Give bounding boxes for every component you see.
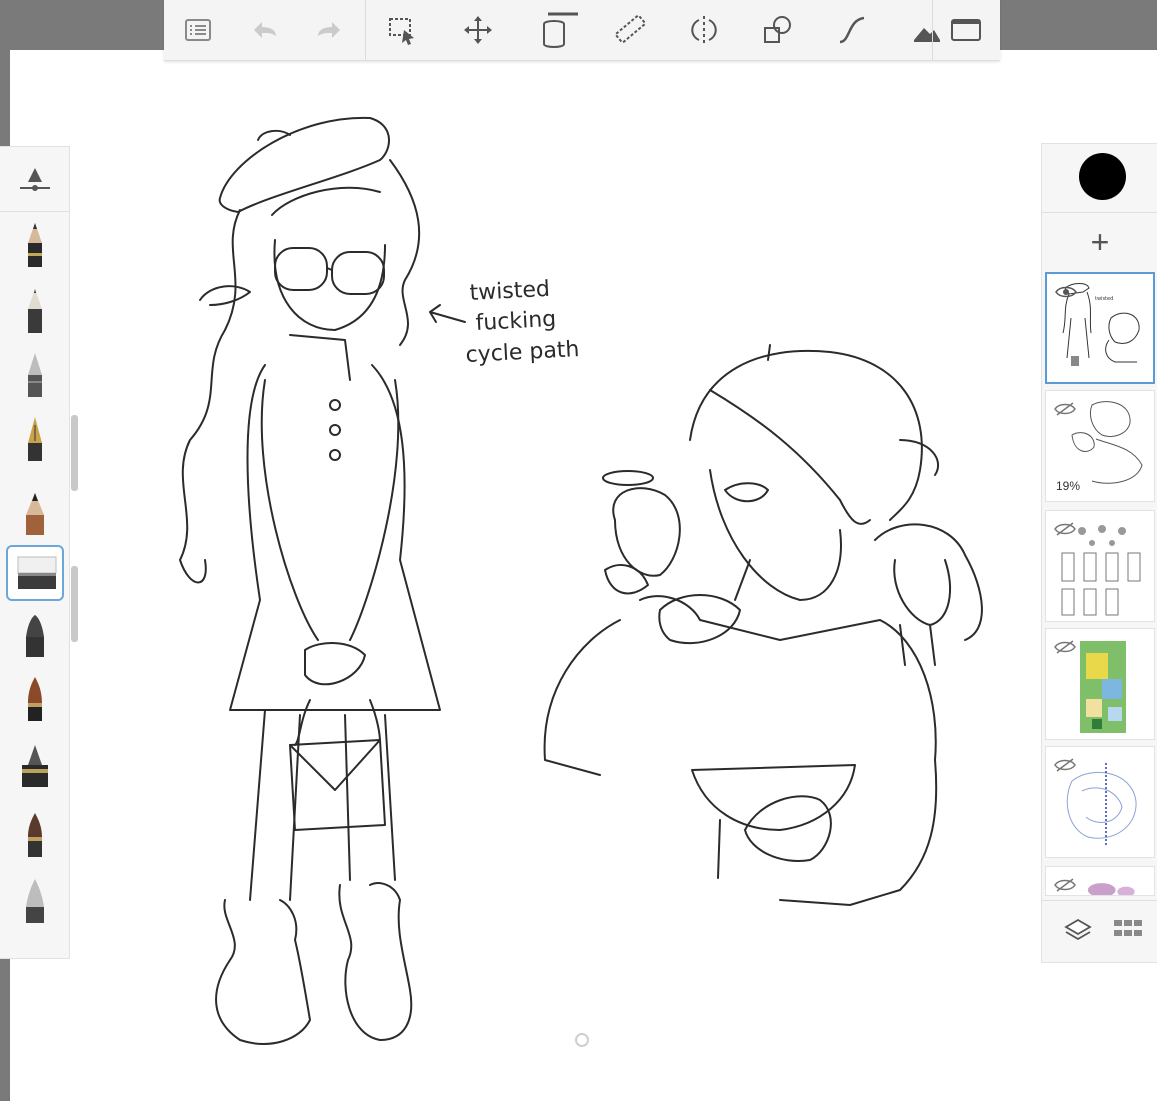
layer-thumbnail-2[interactable]: 19% xyxy=(1045,390,1155,502)
sync-indicator xyxy=(575,1033,589,1047)
drawing-canvas[interactable]: twisted fucking cycle path xyxy=(10,50,1157,1101)
layer-opacity-label: 19% xyxy=(1056,479,1081,493)
layer-panel: + twisted 19% xyxy=(1041,143,1157,963)
smudge-brush[interactable] xyxy=(6,875,64,931)
redo-icon[interactable] xyxy=(308,8,352,52)
layers-stack-icon[interactable] xyxy=(1062,914,1094,946)
add-layer-button[interactable]: + xyxy=(1042,220,1157,264)
layer-thumbnail-4[interactable] xyxy=(1045,628,1155,740)
layer-thumbnail-1[interactable]: twisted xyxy=(1045,272,1155,384)
curve-icon[interactable] xyxy=(830,8,874,52)
image-insert-icon[interactable] xyxy=(904,8,948,52)
undo-icon[interactable] xyxy=(242,8,286,52)
hidden-eye-icon[interactable] xyxy=(1054,757,1076,773)
annotation-line-3: cycle path xyxy=(465,337,580,368)
paintbrush-brush[interactable] xyxy=(6,673,64,729)
pencil-brush[interactable] xyxy=(6,219,64,275)
annotation-line-1: twisted xyxy=(469,277,551,306)
svg-text:twisted: twisted xyxy=(1095,296,1113,302)
layer-thumbnail-5[interactable] xyxy=(1045,746,1155,858)
visibility-eye-icon[interactable] xyxy=(1055,284,1077,300)
fine-pencil-brush[interactable] xyxy=(6,285,64,341)
annotation-text: twisted fucking cycle path xyxy=(465,277,580,368)
airbrush-brush[interactable] xyxy=(6,809,64,865)
brush-library-panel xyxy=(0,146,70,959)
grid-icon[interactable] xyxy=(1112,916,1144,946)
marker-brush[interactable] xyxy=(6,609,64,665)
eraser-brush[interactable] xyxy=(6,545,64,601)
fullscreen-icon[interactable] xyxy=(944,8,988,52)
sketch-artwork: twisted fucking cycle path xyxy=(179,116,983,1047)
layer-thumbnail-3[interactable] xyxy=(1045,510,1155,622)
ballpoint-brush[interactable] xyxy=(6,349,64,405)
ruler-icon[interactable] xyxy=(608,8,652,52)
layer-thumbnail-6[interactable] xyxy=(1045,866,1155,896)
brush-panel-scrollbar-lower[interactable] xyxy=(71,566,78,642)
color-swatch[interactable] xyxy=(1079,153,1126,200)
symmetry-icon[interactable] xyxy=(682,8,726,52)
fill-bucket-icon[interactable] xyxy=(534,8,578,52)
ink-pen-brush[interactable] xyxy=(6,739,64,795)
list-icon[interactable] xyxy=(176,8,220,52)
fountain-pen-brush[interactable] xyxy=(6,413,64,469)
hidden-eye-icon[interactable] xyxy=(1054,401,1076,417)
top-toolbar xyxy=(164,0,1000,61)
hidden-eye-icon[interactable] xyxy=(1054,521,1076,537)
move-transform-icon[interactable] xyxy=(456,8,500,52)
annotation-line-2: fucking xyxy=(475,307,557,336)
brush-size-slider-icon[interactable] xyxy=(6,155,64,205)
chisel-brush[interactable] xyxy=(6,487,64,543)
hidden-eye-icon[interactable] xyxy=(1054,877,1076,893)
selection-icon[interactable] xyxy=(380,8,424,52)
brush-panel-scrollbar-upper[interactable] xyxy=(71,415,78,491)
hidden-eye-icon[interactable] xyxy=(1054,639,1076,655)
shapes-icon[interactable] xyxy=(756,8,800,52)
